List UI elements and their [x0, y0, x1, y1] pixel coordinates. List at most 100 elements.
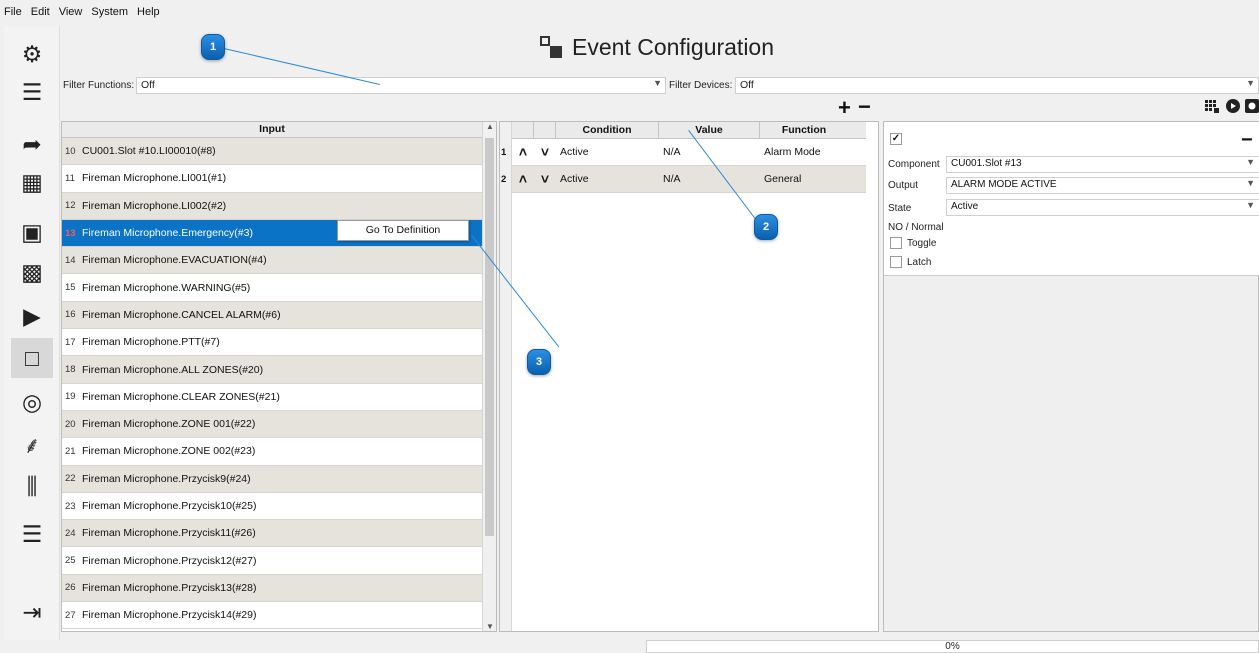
row-label: Fireman Microphone.Przycisk14(#29)	[82, 609, 257, 622]
table-row[interactable]: 19 Fireman Microphone.CLEAR ZONES(#21)	[62, 383, 482, 411]
sidebar: ⚙ ☰ ➦ ▦ ▣ ▩ ▶ □ ◎ ⸙ ⫼ ☰ ⇥	[4, 26, 60, 640]
event-table-gutter	[500, 122, 512, 631]
speaker-grid-icon[interactable]: ▦	[11, 162, 53, 202]
table-row[interactable]: 14 Fireman Microphone.EVACUATION(#4)	[62, 247, 482, 275]
move-up-icon[interactable]: ˄	[512, 171, 534, 187]
table-row[interactable]: 23 Fireman Microphone.Przycisk10(#25)	[62, 492, 482, 521]
header-function[interactable]: Function	[760, 122, 848, 138]
table-row[interactable]: 25 Fireman Microphone.Przycisk12(#27)	[62, 547, 482, 575]
move-down-icon[interactable]: ˅	[534, 144, 556, 160]
row-number: 16	[65, 309, 76, 321]
chevron-down-icon: ▼	[653, 78, 662, 88]
row-number: 15	[65, 282, 76, 294]
play-icon[interactable]	[1226, 99, 1240, 113]
row-number: 27	[65, 609, 76, 621]
row-label: Fireman Microphone.CANCEL ALARM(#6)	[82, 308, 281, 321]
table-row[interactable]: 17 Fireman Microphone.PTT(#7)	[62, 329, 482, 357]
state-select[interactable]: Active ▼	[946, 199, 1259, 216]
document-icon[interactable]: ☰	[11, 514, 53, 554]
output-select[interactable]: ALARM MODE ACTIVE ▼	[946, 177, 1259, 194]
filter-functions-select[interactable]: Off ▼	[136, 77, 666, 94]
row-number: 22	[65, 473, 76, 485]
row-label: Fireman Microphone.EVACUATION(#4)	[82, 254, 267, 267]
row-number: 14	[65, 254, 76, 266]
component-select[interactable]: CU001.Slot #13 ▼	[946, 156, 1259, 173]
header-condition[interactable]: Condition	[556, 122, 659, 138]
add-event-button[interactable]: +	[838, 97, 851, 119]
table-row[interactable]: 15 Fireman Microphone.WARNING(#5)	[62, 274, 482, 302]
event-config-title-icon	[540, 35, 564, 60]
record-icon[interactable]	[1245, 99, 1259, 113]
filter-devices-select[interactable]: Off ▼	[735, 77, 1259, 94]
table-row[interactable]: 12 Fireman Microphone.LI002(#2)	[62, 192, 482, 220]
chevron-down-icon: ▼	[1246, 200, 1255, 210]
gear-icon[interactable]: ⚙	[11, 34, 53, 74]
move-up-icon[interactable]: ˄	[512, 144, 534, 160]
row-label: Fireman Microphone.ZONE 001(#22)	[82, 418, 256, 431]
row-label: Fireman Microphone.ALL ZONES(#20)	[82, 363, 264, 376]
chevron-down-icon: ▼	[1246, 157, 1255, 167]
menu-file[interactable]: File	[4, 6, 22, 18]
event-row[interactable]: 1 ˄ ˅ Active N/A Alarm Mode	[501, 139, 866, 166]
io-icon[interactable]: ▣	[11, 212, 53, 252]
microphone-icon[interactable]: ⸙	[11, 424, 53, 464]
menu-bar: File Edit View System Help	[0, 0, 1259, 24]
progress-bar: 0%	[646, 640, 1259, 653]
scroll-down-icon[interactable]: ▼	[486, 622, 494, 631]
logout-icon[interactable]: ⇥	[11, 592, 53, 632]
row-number: 12	[65, 200, 76, 212]
row-label: Fireman Microphone.Przycisk13(#28)	[82, 581, 257, 594]
menu-view[interactable]: View	[59, 6, 83, 18]
enabled-checkbox[interactable]: ✓	[890, 133, 902, 145]
table-row[interactable]: 20 Fireman Microphone.ZONE 001(#22)	[62, 410, 482, 439]
grid-icon[interactable]	[1205, 99, 1219, 113]
scroll-up-icon[interactable]: ▲	[486, 122, 494, 131]
callout-badge-3: 3	[527, 349, 551, 375]
row-label: CU001.Slot #10.LI00010(#8)	[82, 145, 216, 158]
table-row[interactable]: 10 CU001.Slot #10.LI00010(#8)	[62, 138, 482, 166]
menu-edit[interactable]: Edit	[31, 6, 50, 18]
device-icon[interactable]: ☰	[11, 72, 53, 112]
component-label: Component	[888, 159, 940, 170]
input-column-header[interactable]: Input	[62, 122, 482, 138]
table-row[interactable]: 11 Fireman Microphone.LI001(#1)	[62, 165, 482, 193]
table-row[interactable]: 18 Fireman Microphone.ALL ZONES(#20)	[62, 356, 482, 384]
matrix-icon[interactable]: ▩	[11, 252, 53, 292]
monitor-icon[interactable]: ◎	[11, 382, 53, 422]
event-config-icon[interactable]: □	[11, 338, 53, 378]
mixer-icon[interactable]: ⫼	[11, 466, 53, 506]
input-scrollbar[interactable]: ▲ ▼	[482, 122, 496, 631]
header-down	[534, 122, 556, 138]
context-menu-go-to-definition[interactable]: Go To Definition	[337, 220, 469, 241]
remove-output-button[interactable]: −	[1241, 130, 1253, 150]
menu-system[interactable]: System	[91, 6, 128, 18]
row-number: 21	[65, 445, 76, 457]
row-number: 18	[65, 364, 76, 376]
route-icon[interactable]: ➦	[11, 124, 53, 164]
row-number: 23	[65, 500, 76, 512]
event-row[interactable]: 2 ˄ ˅ Active N/A General	[501, 166, 866, 193]
table-row[interactable]: 27 Fireman Microphone.Przycisk14(#29)	[62, 602, 482, 630]
no-normal-label: NO / Normal	[888, 222, 944, 233]
move-down-icon[interactable]: ˅	[534, 171, 556, 187]
row-label: Fireman Microphone.LI001(#1)	[82, 172, 227, 185]
row-number: 24	[65, 527, 76, 539]
menu-help[interactable]: Help	[137, 6, 160, 18]
toggle-checkbox[interactable]	[890, 237, 902, 249]
latch-checkbox[interactable]	[890, 256, 902, 268]
table-row[interactable]: 21 Fireman Microphone.ZONE 002(#23)	[62, 438, 482, 466]
row-label: Fireman Microphone.Przycisk10(#25)	[82, 500, 257, 512]
playlist-icon[interactable]: ▶	[11, 296, 53, 336]
table-row[interactable]: 26 Fireman Microphone.Przycisk13(#28)	[62, 574, 482, 603]
row-number: 10	[65, 145, 76, 157]
table-row[interactable]: 22 Fireman Microphone.Przycisk9(#24)	[62, 465, 482, 493]
event-details-panel: ✓ − Component CU001.Slot #13 ▼ Output ALA…	[883, 121, 1259, 632]
header-value[interactable]: Value	[659, 122, 760, 138]
row-label: Fireman Microphone.WARNING(#5)	[82, 281, 251, 294]
filter-devices-label: Filter Devices:	[669, 80, 733, 91]
table-row[interactable]: 16 Fireman Microphone.CANCEL ALARM(#6)	[62, 301, 482, 330]
table-row[interactable]: 24 Fireman Microphone.Przycisk11(#26)	[62, 520, 482, 548]
row-number: 19	[65, 391, 76, 403]
scroll-thumb[interactable]	[485, 138, 494, 536]
remove-event-button[interactable]: −	[858, 96, 871, 118]
